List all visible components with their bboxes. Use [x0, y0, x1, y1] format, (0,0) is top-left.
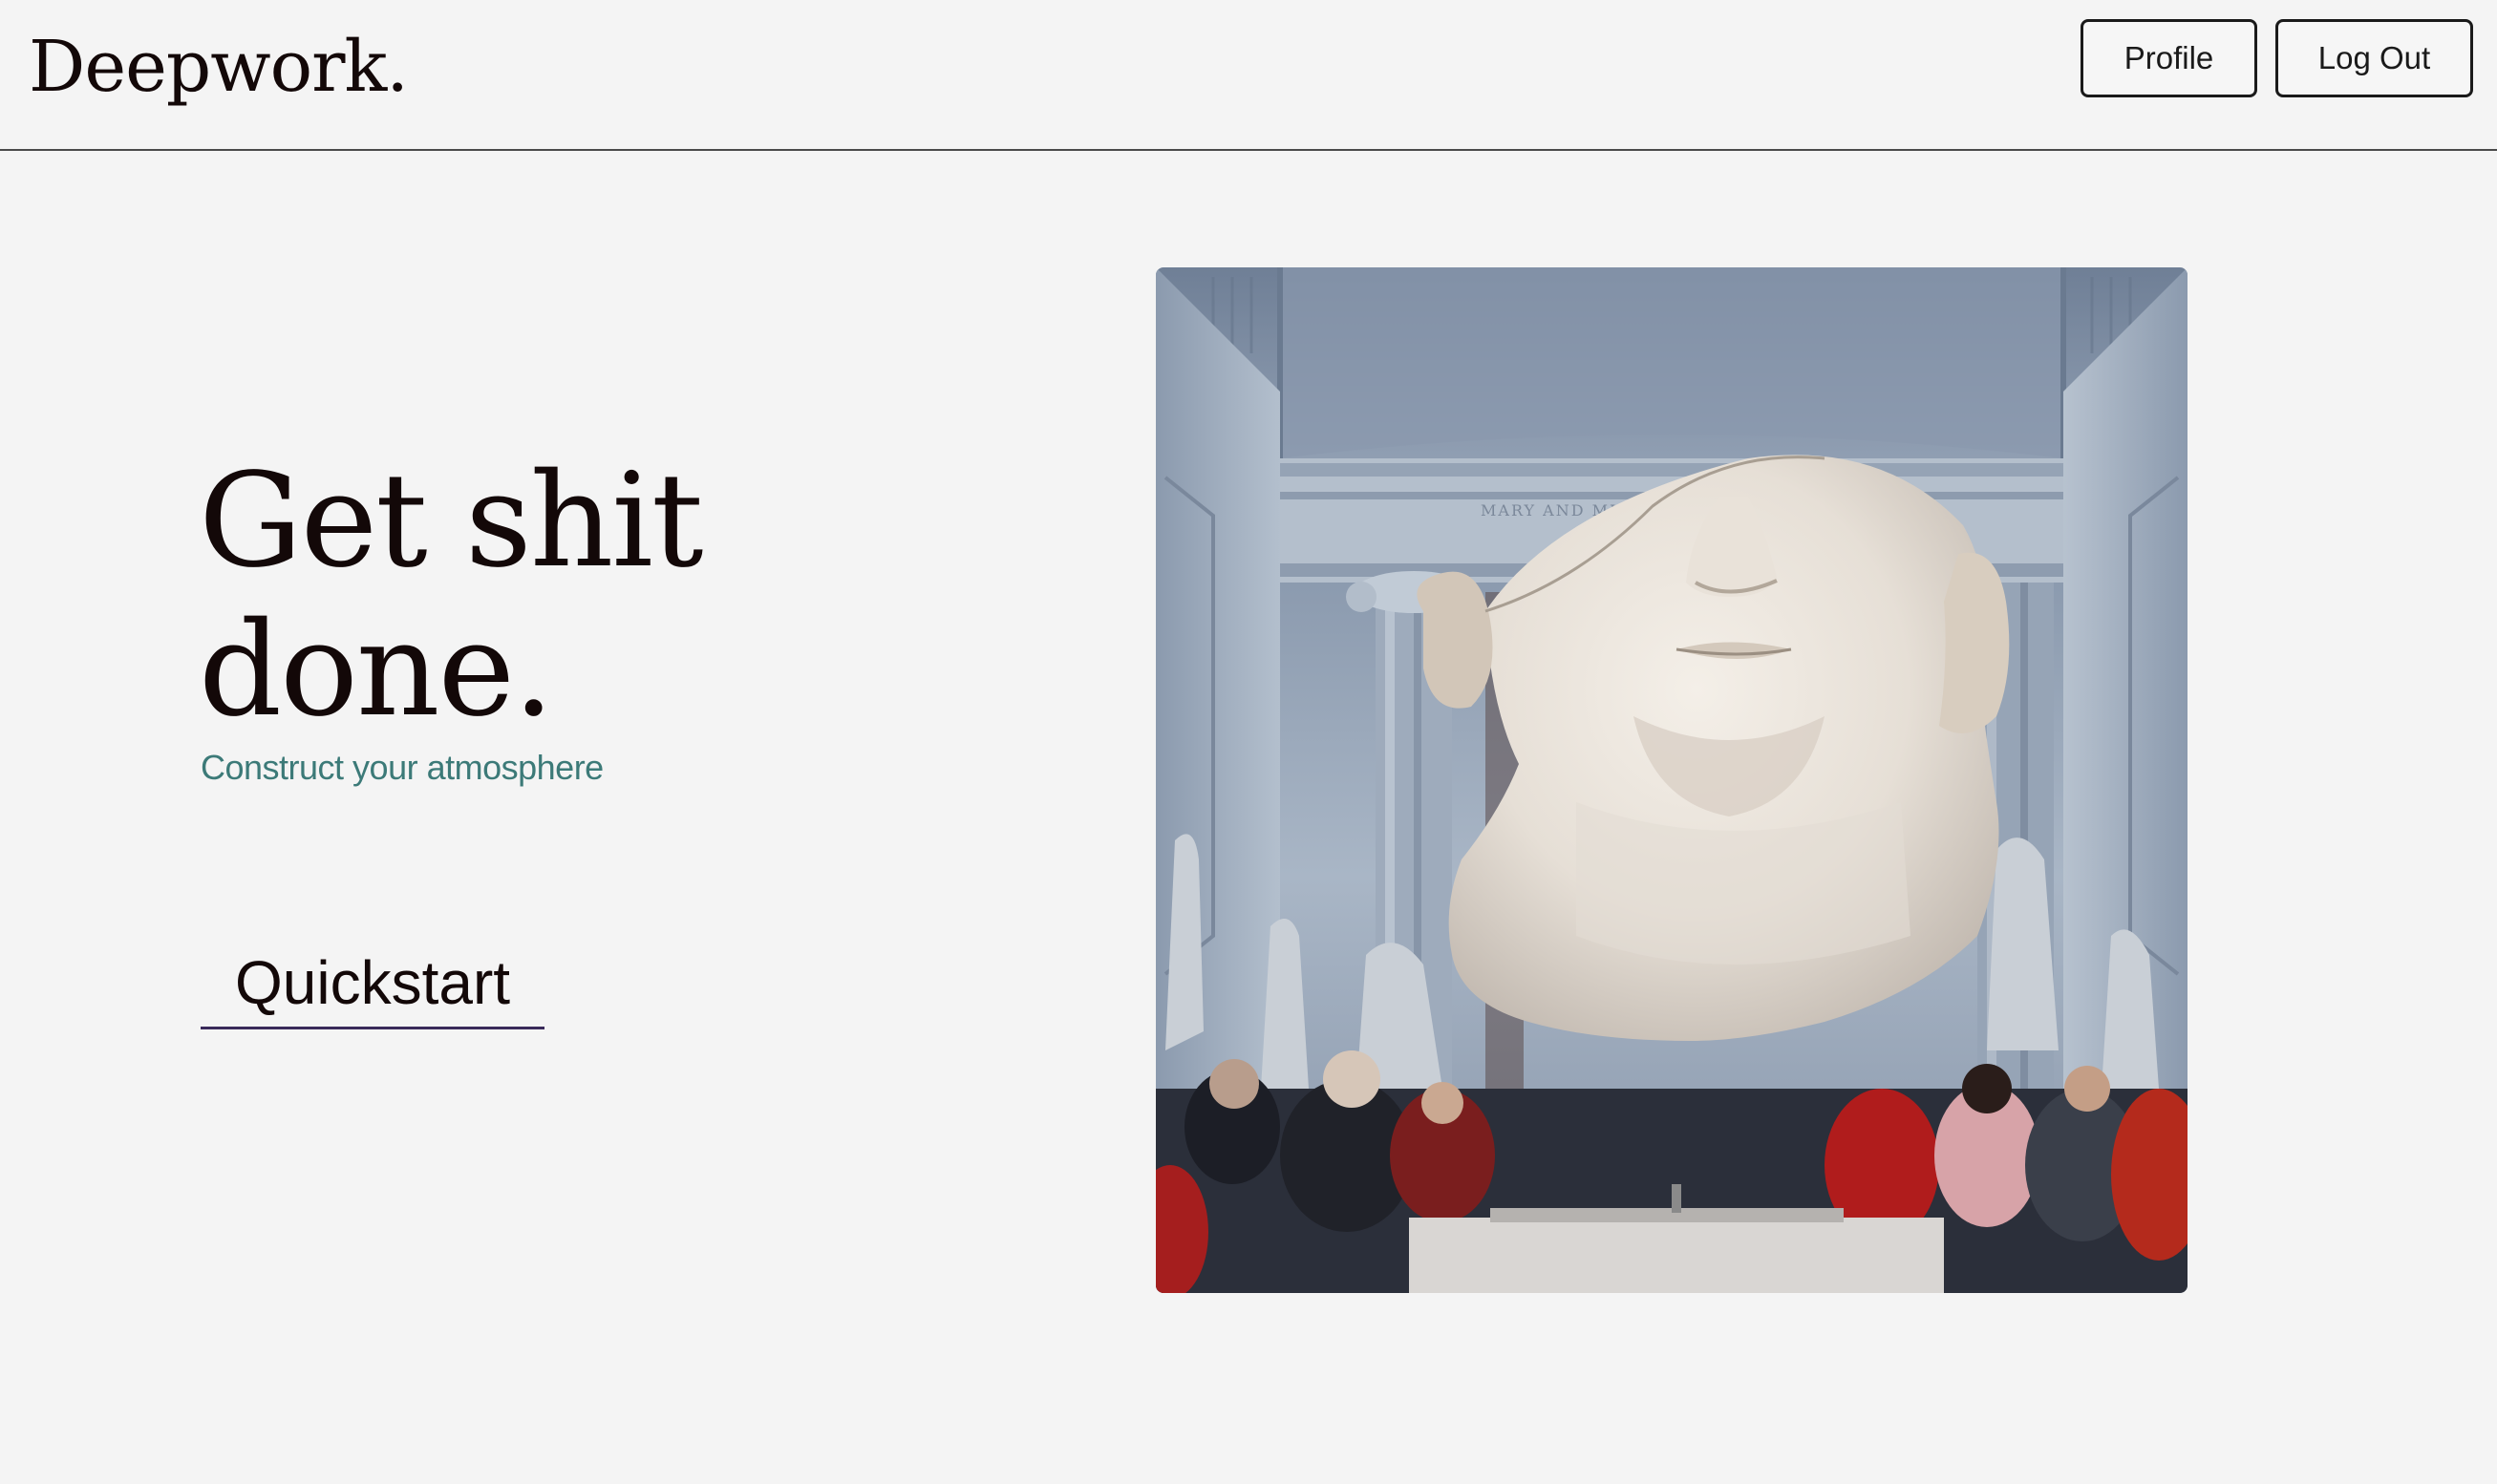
hero-headline: Get shit done.: [199, 446, 704, 746]
navbar: Deepwork. Profile Log Out: [0, 0, 2497, 151]
hero-statue-image: MARY AND MICHAEL: [1156, 267, 2188, 1293]
hero-headline-line1: Get shit: [199, 446, 704, 597]
hero-headline-line2: done.: [199, 595, 554, 746]
quickstart-button[interactable]: Quickstart: [201, 945, 544, 1029]
logout-button[interactable]: Log Out: [2275, 19, 2473, 97]
logo[interactable]: Deepwork.: [29, 19, 409, 115]
hero-subtitle: Construct your atmosphere: [201, 748, 604, 787]
profile-button[interactable]: Profile: [2081, 19, 2257, 97]
